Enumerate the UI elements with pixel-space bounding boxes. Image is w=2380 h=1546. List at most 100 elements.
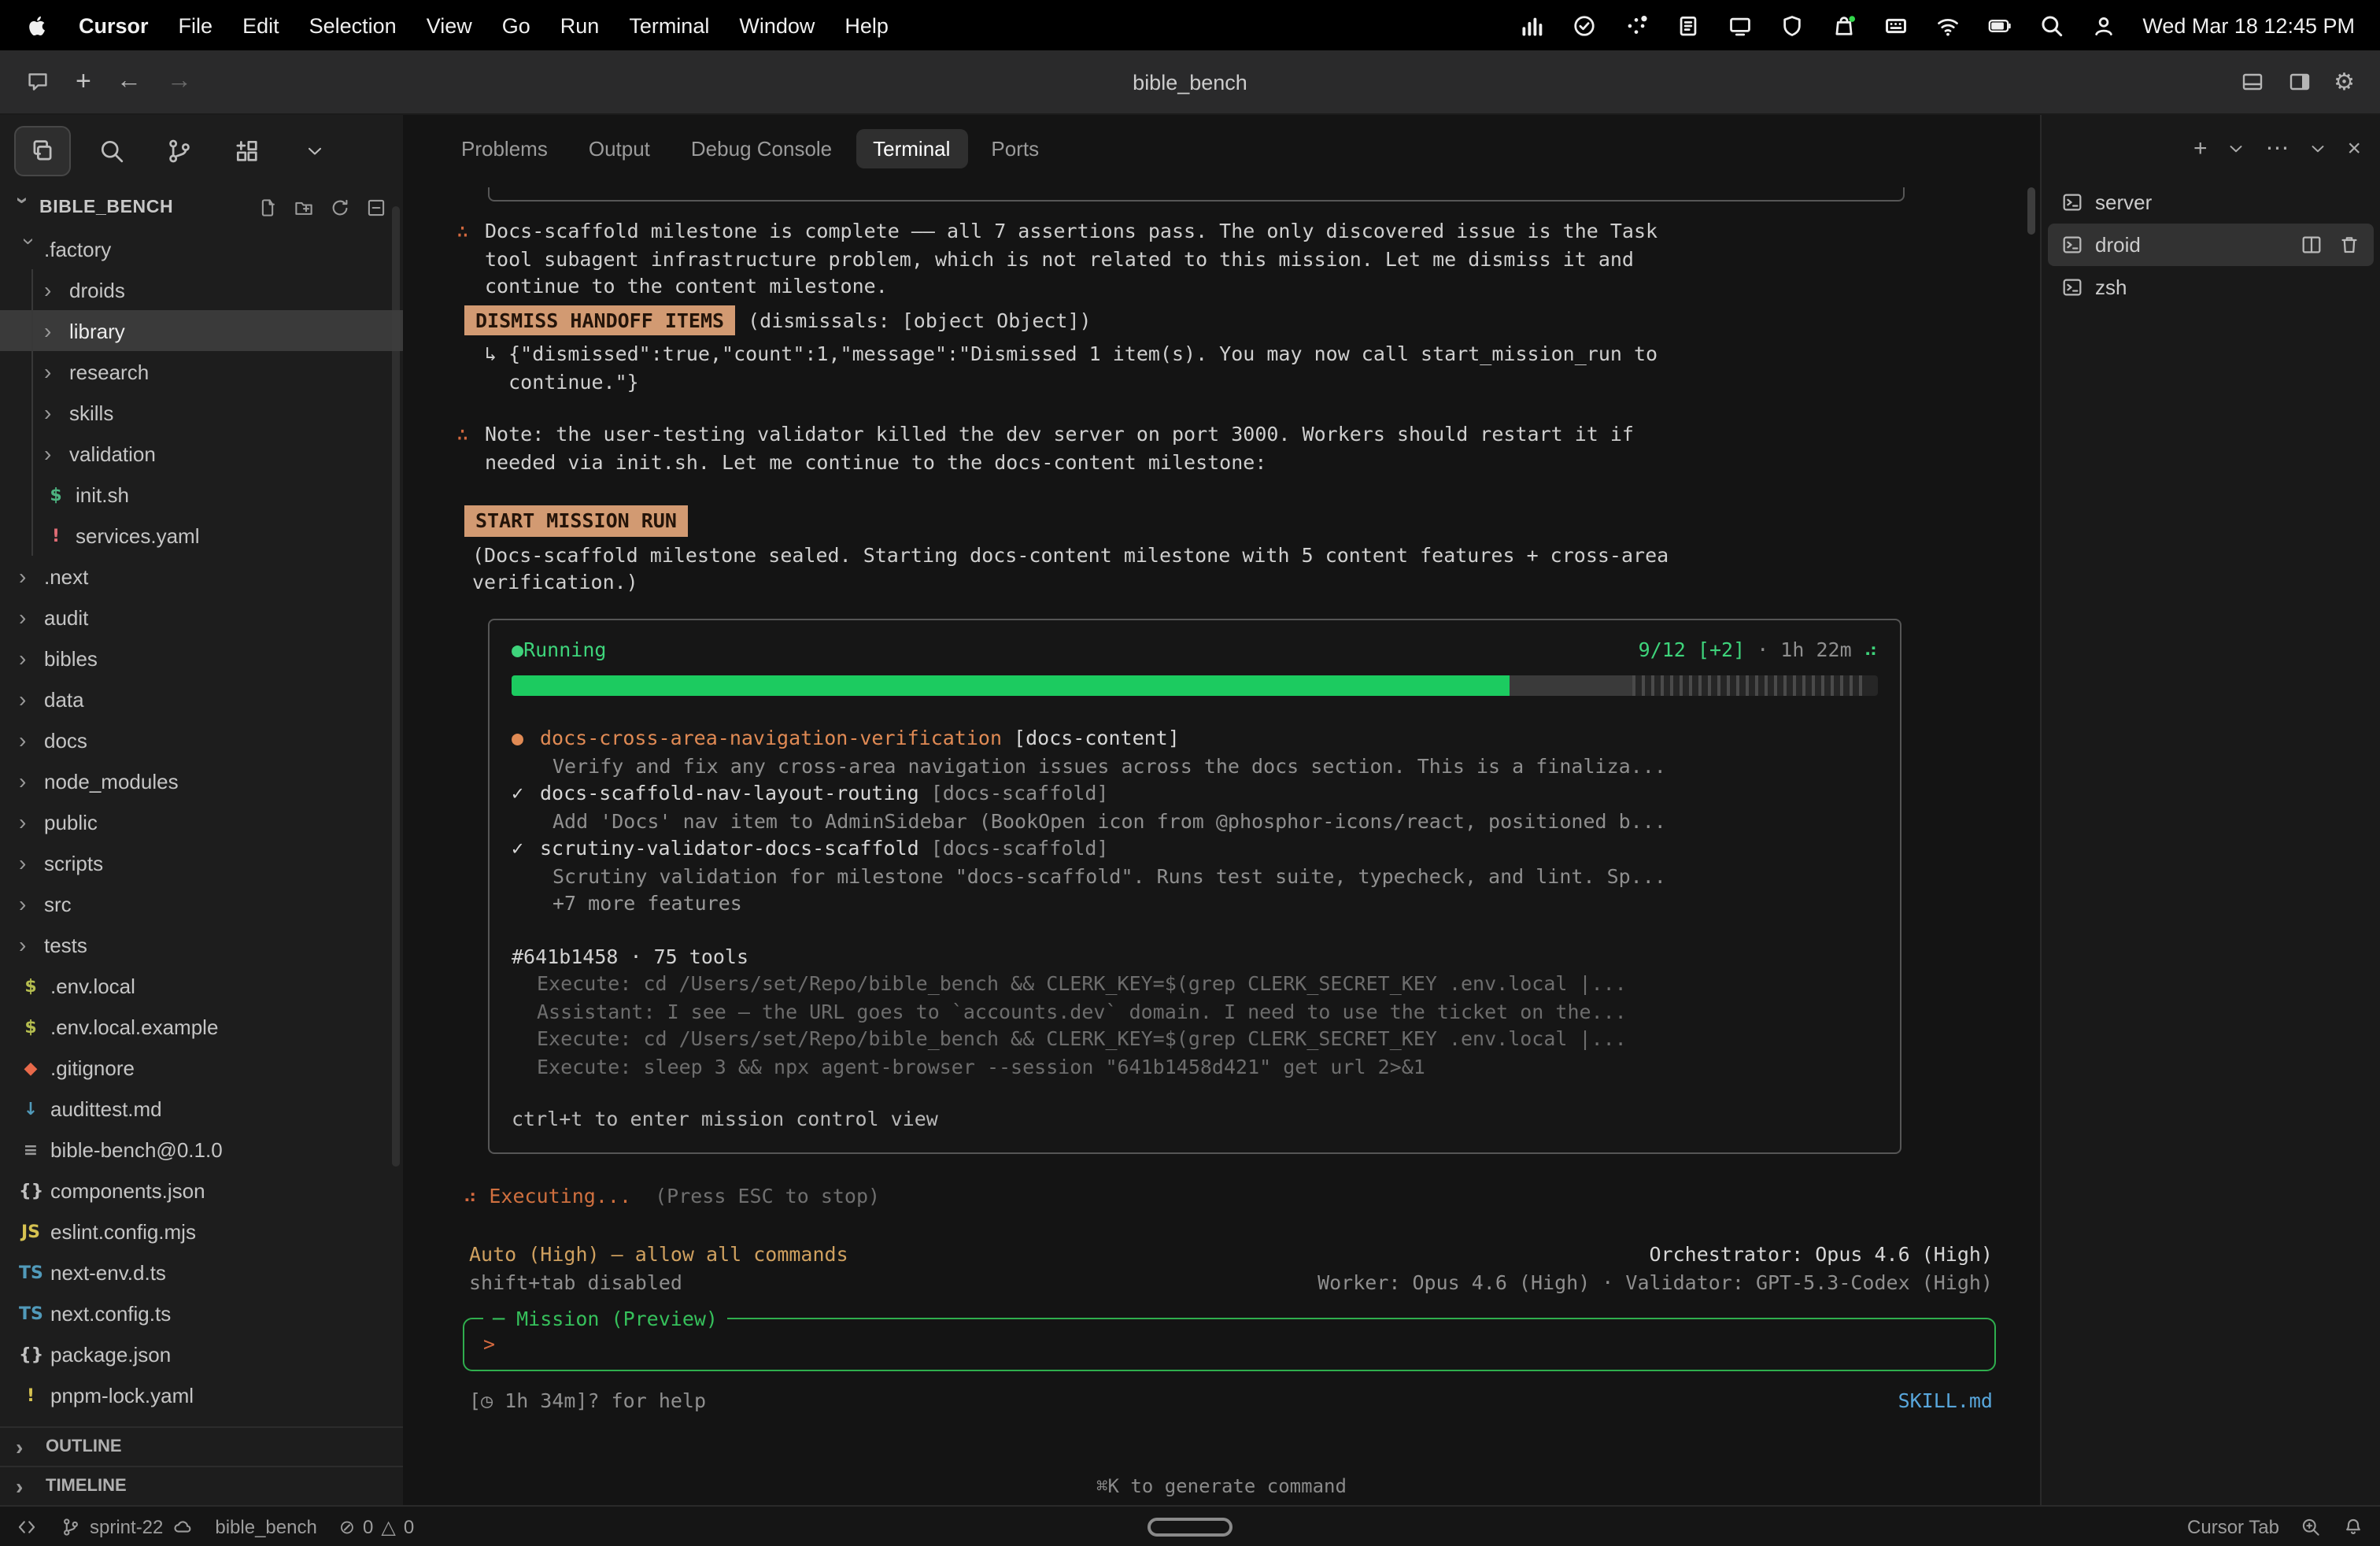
tree-item-research[interactable]: › research <box>0 351 403 392</box>
tab-problems[interactable]: Problems <box>444 128 565 168</box>
terminal-tab-zsh[interactable]: zsh <box>2048 266 2374 309</box>
menu-item-run[interactable]: Run <box>560 13 600 37</box>
tree-item-public[interactable]: › public <box>0 801 403 842</box>
notifications-bell-icon[interactable] <box>2342 1516 2364 1538</box>
tree-item-init-sh[interactable]: $ init.sh <box>0 474 403 515</box>
tree-item-droids[interactable]: › droids <box>0 269 403 310</box>
tree-item-components-json[interactable]: {} components.json <box>0 1170 403 1211</box>
skill-md-link[interactable]: SKILL.md <box>1898 1387 1993 1415</box>
new-file-icon[interactable] <box>257 197 279 219</box>
wifi-icon[interactable] <box>1935 12 1961 39</box>
window-grid-icon[interactable] <box>1883 12 1909 39</box>
menu-item-go[interactable]: Go <box>502 13 530 37</box>
forward-icon[interactable]: → <box>167 68 192 96</box>
timeline-section[interactable]: › TIMELINE <box>0 1466 403 1505</box>
menu-item-edit[interactable]: Edit <box>242 13 279 37</box>
activity-source-control-icon[interactable] <box>153 128 206 175</box>
tree-item-services-yaml[interactable]: ! services.yaml <box>0 515 403 556</box>
app-cluster-icon[interactable] <box>1623 12 1650 39</box>
tree-item-eslint-config-mjs[interactable]: JS eslint.config.mjs <box>0 1211 403 1252</box>
clipboard-icon[interactable] <box>1675 12 1702 39</box>
explorer-project-header[interactable]: › BIBLE_BENCH <box>0 187 403 228</box>
tree-item--gitignore[interactable]: ◆ .gitignore <box>0 1047 403 1088</box>
plus-icon[interactable]: + <box>2193 136 2208 160</box>
tree-item-next-env-d-ts[interactable]: TS next-env.d.ts <box>0 1252 403 1293</box>
menu-item-file[interactable]: File <box>179 13 213 37</box>
terminal-scrollbar[interactable] <box>2027 187 2035 235</box>
tree-item-next-config-ts[interactable]: TS next.config.ts <box>0 1293 403 1333</box>
tab-output[interactable]: Output <box>571 128 667 168</box>
terminal-tab-server[interactable]: server <box>2048 181 2374 224</box>
shield-icon[interactable] <box>1779 12 1805 39</box>
tree-item-node-modules[interactable]: › node_modules <box>0 760 403 801</box>
split-icon[interactable] <box>2300 233 2323 257</box>
remote-indicator-icon[interactable] <box>16 1516 38 1538</box>
tree-item--factory[interactable]: › .factory <box>0 228 403 269</box>
feature-row: ✓ scrutiny-validator-docs-scaffold [docs-… <box>512 834 1878 862</box>
toggle-panel-icon[interactable] <box>2239 69 2264 94</box>
more-icon[interactable]: ⋯ <box>2265 136 2289 160</box>
tree-item-audit[interactable]: › audit <box>0 597 403 638</box>
close-icon[interactable]: × <box>2347 136 2361 160</box>
new-tab-icon[interactable]: + <box>76 66 91 98</box>
menu-item-help[interactable]: Help <box>844 13 889 37</box>
refresh-icon[interactable] <box>329 197 351 219</box>
tree-item--env-local-example[interactable]: $ .env.local.example <box>0 1006 403 1047</box>
settings-gear-icon[interactable]: ⚙ <box>2334 68 2355 96</box>
activity-search-icon[interactable] <box>85 128 139 175</box>
tree-item-docs[interactable]: › docs <box>0 719 403 760</box>
tree-item-package-json[interactable]: {} package.json <box>0 1333 403 1374</box>
activity-extensions-icon[interactable] <box>220 128 274 175</box>
menu-item-window[interactable]: Window <box>739 13 815 37</box>
git-branch-indicator[interactable]: sprint-22 <box>60 1516 193 1538</box>
menu-bar-clock[interactable]: Wed Mar 18 12:45 PM <box>2142 13 2355 37</box>
menu-item-cursor[interactable]: Cursor <box>79 13 149 37</box>
terminal-tab-droid[interactable]: droid <box>2048 224 2374 266</box>
tree-item-pnpm-lock-yaml[interactable]: ! pnpm-lock.yaml <box>0 1374 403 1415</box>
menu-item-selection[interactable]: Selection <box>309 13 397 37</box>
trash-icon[interactable] <box>2338 233 2361 257</box>
tree-item-data[interactable]: › data <box>0 679 403 719</box>
chat-icon[interactable] <box>25 69 50 94</box>
battery-icon[interactable] <box>1986 12 2013 39</box>
stats-icon[interactable] <box>1519 12 1546 39</box>
tree-item-scripts[interactable]: › scripts <box>0 842 403 883</box>
tree-item-src[interactable]: › src <box>0 883 403 924</box>
back-icon[interactable]: ← <box>116 68 142 96</box>
collapse-all-icon[interactable] <box>365 197 387 219</box>
tree-item-library[interactable]: › library <box>0 310 403 351</box>
tab-ports[interactable]: Ports <box>974 128 1056 168</box>
spinner-icon: ⠴ <box>463 1183 490 1207</box>
tree-item-bibles[interactable]: › bibles <box>0 638 403 679</box>
tree-item-skills[interactable]: › skills <box>0 392 403 433</box>
screen-mirror-icon[interactable] <box>1727 12 1754 39</box>
tree-item-validation[interactable]: › validation <box>0 433 403 474</box>
chevron-down-icon[interactable] <box>2308 138 2328 158</box>
tree-item-audittest-md[interactable]: ↓ audittest.md <box>0 1088 403 1129</box>
spotlight-icon[interactable] <box>2038 12 2065 39</box>
tree-item--next[interactable]: › .next <box>0 556 403 597</box>
sidebar-scrollbar[interactable] <box>392 206 400 1167</box>
activity-chevron-down-icon[interactable] <box>288 128 342 175</box>
outline-section[interactable]: › OUTLINE <box>0 1426 403 1466</box>
problems-indicator[interactable]: ⊘ 0 △ 0 <box>339 1516 414 1538</box>
user-icon[interactable] <box>2090 12 2117 39</box>
menu-item-terminal[interactable]: Terminal <box>629 13 709 37</box>
tab-terminal[interactable]: Terminal <box>856 128 968 168</box>
chevron-down-icon[interactable] <box>2226 138 2246 158</box>
workspace-indicator[interactable]: bible_bench <box>215 1516 316 1538</box>
bag-icon[interactable] <box>1831 12 1857 39</box>
tree-item--env-local[interactable]: $ .env.local <box>0 965 403 1006</box>
screen-reader-icon[interactable] <box>2300 1516 2322 1538</box>
check-circle-icon[interactable] <box>1571 12 1598 39</box>
tab-debug-console[interactable]: Debug Console <box>674 128 849 168</box>
mission-input-box[interactable]: ─ Mission (Preview) > <box>463 1305 1996 1371</box>
cursor-tab-indicator[interactable]: Cursor Tab <box>2187 1516 2279 1538</box>
menu-item-view[interactable]: View <box>427 13 472 37</box>
apple-menu-icon[interactable] <box>25 13 49 37</box>
tree-item-bible-bench-0-1-0[interactable]: ≡ bible-bench@0.1.0 <box>0 1129 403 1170</box>
activity-files-icon[interactable] <box>14 126 71 176</box>
tree-item-tests[interactable]: › tests <box>0 924 403 965</box>
new-folder-icon[interactable] <box>293 197 315 219</box>
toggle-secondary-sidebar-icon[interactable] <box>2286 69 2312 94</box>
